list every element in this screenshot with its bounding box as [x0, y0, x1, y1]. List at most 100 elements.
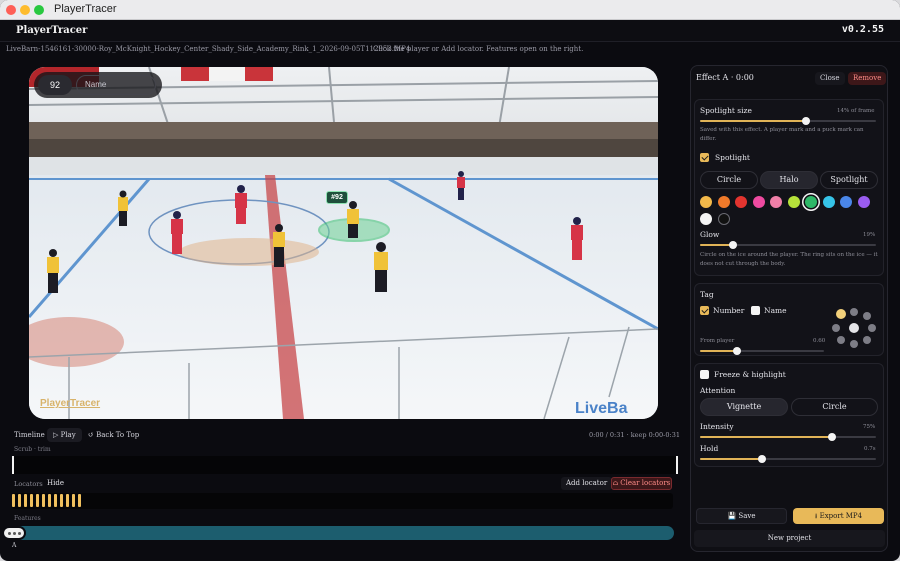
- app-header: PlayerTracer v0.2.55: [0, 20, 900, 42]
- instruction-hint: Click the player or Add locator. Feature…: [373, 45, 584, 53]
- locator-mark[interactable]: [18, 494, 21, 507]
- locator-mark[interactable]: [42, 494, 45, 507]
- remove-effect-button[interactable]: Remove: [848, 72, 887, 85]
- player-tag-label: #92: [326, 191, 348, 204]
- trim-start-handle[interactable]: [12, 456, 14, 474]
- freeze-checkbox[interactable]: [700, 370, 709, 379]
- save-button[interactable]: 💾 Save: [696, 508, 787, 524]
- freeze-checkbox-label: Freeze & highlight: [714, 370, 786, 379]
- spotlight-description: Saved with this effect. A player mark an…: [700, 127, 864, 142]
- color-swatch[interactable]: [700, 213, 712, 225]
- attention-circle-option[interactable]: Circle: [791, 398, 878, 416]
- spotlight-size-value: 14% of frame: [837, 108, 875, 114]
- zoom-window-button[interactable]: [34, 5, 44, 15]
- locator-mark[interactable]: [60, 494, 63, 507]
- spotlight-checkbox[interactable]: [700, 153, 709, 162]
- locator-mark[interactable]: [36, 494, 39, 507]
- locator-mark[interactable]: [48, 494, 51, 507]
- color-swatch[interactable]: [840, 196, 852, 208]
- attention-vignette-option[interactable]: Vignette: [700, 398, 788, 416]
- window-title: PlayerTracer: [54, 3, 117, 15]
- feature-track[interactable]: [12, 526, 674, 540]
- player-id-overlay: 92 Name: [34, 72, 162, 98]
- trim-end-handle[interactable]: [676, 456, 678, 474]
- intensity-value: 75%: [863, 424, 876, 430]
- timeline-label: Timeline: [14, 431, 45, 439]
- name-checkbox[interactable]: [751, 306, 760, 315]
- shape-halo-option[interactable]: Halo: [760, 171, 818, 189]
- locator-track[interactable]: [12, 493, 673, 509]
- feature-a-handle[interactable]: [2, 526, 26, 540]
- color-swatch[interactable]: [770, 196, 782, 208]
- shape-circle-option[interactable]: Circle: [700, 171, 758, 189]
- hockey-rink-frame: [29, 67, 658, 419]
- effect-title: Effect A · 0:00: [696, 73, 754, 82]
- name-checkbox-label: Name: [764, 306, 787, 315]
- new-project-button[interactable]: New project: [694, 530, 885, 547]
- attention-label: Attention: [700, 386, 736, 395]
- color-swatch[interactable]: [805, 196, 817, 208]
- clear-locators-button[interactable]: ⌂ Clear locators: [611, 477, 672, 490]
- glow-slider[interactable]: [700, 241, 876, 249]
- color-swatch[interactable]: [857, 196, 870, 208]
- title-bar: PlayerTracer: [0, 0, 900, 20]
- intensity-knob[interactable]: [828, 433, 836, 441]
- back-to-top-button[interactable]: ↺ Back To Top: [84, 428, 143, 442]
- color-swatch[interactable]: [752, 196, 765, 208]
- locator-mark[interactable]: [78, 494, 81, 507]
- watermark-playertracer: PlayerTracer: [40, 398, 101, 409]
- locator-mark[interactable]: [24, 494, 27, 507]
- minimize-window-button[interactable]: [20, 5, 30, 15]
- color-swatch[interactable]: [717, 196, 730, 208]
- locator-mark[interactable]: [54, 494, 57, 507]
- intensity-label: Intensity: [700, 422, 734, 431]
- scrub-track[interactable]: [12, 456, 678, 474]
- video-filename: LiveBarn-1546161-30000-Roy_McKnight_Hock…: [6, 45, 411, 53]
- player-name-field[interactable]: Name: [76, 75, 156, 95]
- player-number-field[interactable]: 92: [38, 75, 72, 95]
- color-swatch[interactable]: [717, 213, 730, 225]
- color-swatch[interactable]: [735, 196, 747, 208]
- spotlight-size-slider[interactable]: [700, 117, 876, 125]
- hold-label: Hold: [700, 444, 719, 453]
- locator-mark[interactable]: [72, 494, 75, 507]
- glow-value: 19%: [863, 232, 876, 238]
- export-mp4-button[interactable]: ⭳ Export MP4: [793, 508, 884, 524]
- app-version: v0.2.55: [841, 24, 884, 35]
- shape-spotlight-option[interactable]: Spotlight: [820, 171, 878, 189]
- close-panel-button[interactable]: Close: [815, 72, 845, 85]
- from-player-label: From player: [700, 338, 735, 344]
- spotlight-checkbox-label: Spotlight: [715, 153, 750, 162]
- locator-mark[interactable]: [30, 494, 33, 507]
- hold-fill: [700, 458, 762, 460]
- color-swatch[interactable]: [787, 196, 800, 208]
- hold-slider[interactable]: [700, 455, 876, 463]
- timeline-toolbar: Timeline ▷ Play ↺ Back To Top 0:00 / 0:3…: [0, 428, 690, 444]
- color-swatch[interactable]: [700, 196, 712, 208]
- hold-value: 0.7s: [864, 446, 876, 452]
- tag-title: Tag: [700, 290, 714, 299]
- feature-marker-label: A: [12, 542, 17, 549]
- close-window-button[interactable]: [6, 5, 16, 15]
- number-checkbox[interactable]: [700, 306, 709, 315]
- tag-position-picker-icon[interactable]: [830, 306, 878, 352]
- add-locator-button[interactable]: Add locator: [561, 477, 613, 490]
- intensity-slider[interactable]: [700, 433, 876, 441]
- app-window: PlayerTracer PlayerTracer v0.2.55 LiveBa…: [0, 0, 900, 561]
- number-checkbox-label: Number: [713, 306, 745, 315]
- hide-locators-button[interactable]: Hide: [47, 479, 64, 487]
- locator-marks: [12, 493, 84, 509]
- watermark-livebarn: LiveBa: [575, 400, 628, 417]
- from-player-slider[interactable]: [700, 347, 824, 355]
- color-swatch[interactable]: [822, 196, 835, 208]
- locator-mark[interactable]: [66, 494, 69, 507]
- play-button[interactable]: ▷ Play: [47, 428, 82, 442]
- video-canvas[interactable]: [29, 67, 658, 419]
- app-name: PlayerTracer: [16, 25, 88, 36]
- from-player-fill: [700, 350, 738, 352]
- spotlight-size-knob[interactable]: [801, 117, 810, 125]
- glow-description: Circle on the ice around the player. The…: [700, 252, 878, 267]
- locator-mark[interactable]: [12, 494, 15, 507]
- locators-label: Locators: [14, 480, 43, 488]
- hold-knob[interactable]: [757, 455, 766, 463]
